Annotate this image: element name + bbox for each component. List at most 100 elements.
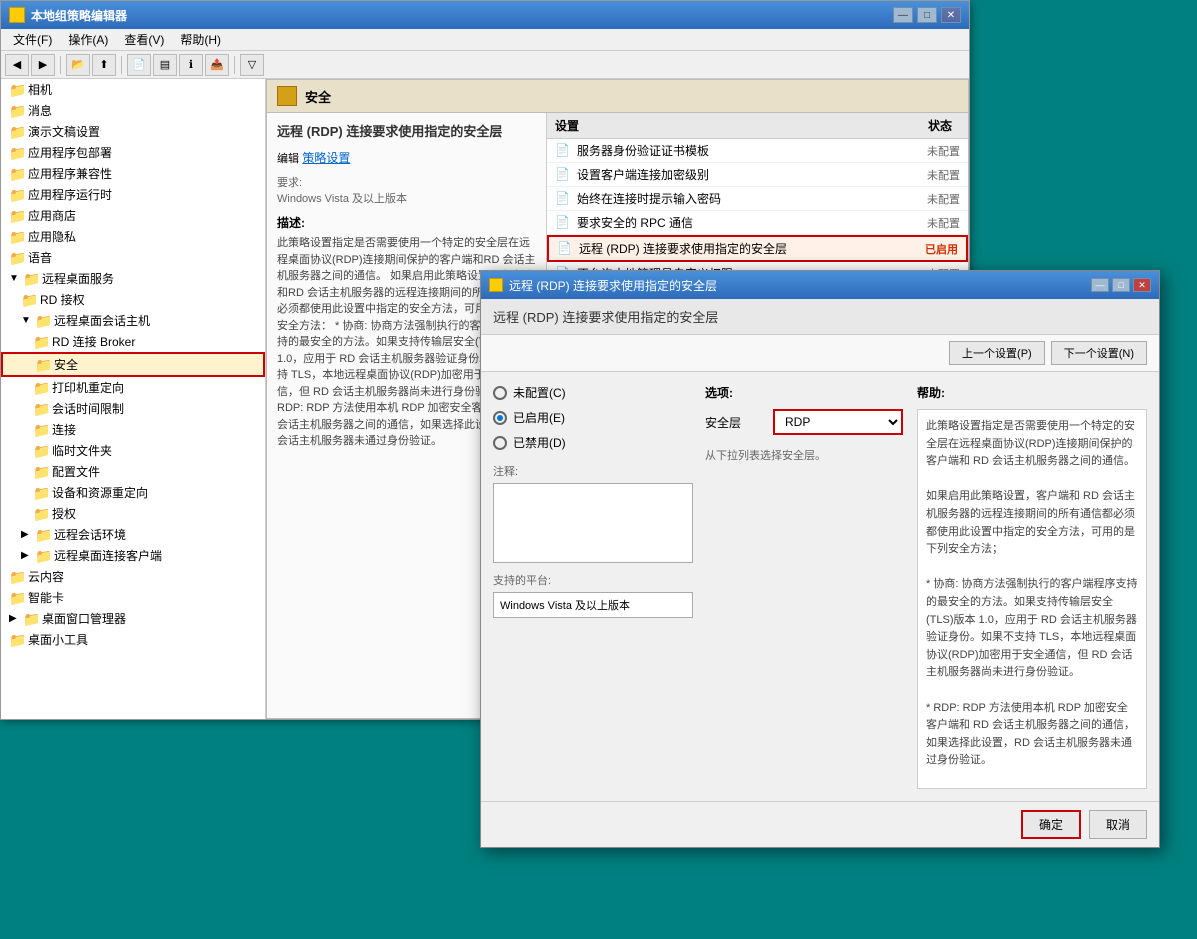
dialog-minimize-btn[interactable]: — (1091, 278, 1109, 292)
tree-item-print[interactable]: 📁 打印机重定向 (1, 377, 265, 398)
properties-button[interactable]: 📄 (127, 54, 151, 76)
folder-icon-cloud: 📁 (9, 569, 25, 585)
col-status-header: 状态 (880, 117, 960, 134)
folder-icon-camera: 📁 (9, 82, 25, 98)
dialog-title-left: 远程 (RDP) 连接要求使用指定的安全层 (489, 277, 717, 294)
policy-icon-security-layer: 📄 (557, 241, 573, 257)
tree-item-app-deploy[interactable]: 📁 应用程序包部署 (1, 142, 265, 163)
main-window-title: 本地组策略编辑器 (31, 7, 127, 24)
tree-item-demo[interactable]: 📁 演示文稿设置 (1, 121, 265, 142)
tree-item-app-privacy[interactable]: 📁 应用隐私 (1, 226, 265, 247)
dialog-title-bar: 远程 (RDP) 连接要求使用指定的安全层 — □ ✕ (481, 271, 1159, 299)
tree-item-remote-desktop[interactable]: ▼ 📁 远程桌面服务 (1, 268, 265, 289)
expand-icon-remote[interactable]: ▼ (9, 273, 21, 285)
menu-view[interactable]: 查看(V) (116, 29, 172, 50)
tree-item-auth[interactable]: 📁 授权 (1, 503, 265, 524)
tree-item-temp[interactable]: 📁 临时文件夹 (1, 440, 265, 461)
folder-icon-desktop-tools: 📁 (9, 632, 25, 648)
tree-item-connect[interactable]: 📁 连接 (1, 419, 265, 440)
policy-row-rpc[interactable]: 📄 要求安全的 RPC 通信 未配置 (547, 211, 968, 235)
policy-row-security-layer[interactable]: 📄 远程 (RDP) 连接要求使用指定的安全层 已启用 (547, 235, 968, 262)
expand-icon-client[interactable]: ▶ (21, 550, 33, 562)
back-button[interactable]: ◀ (5, 54, 29, 76)
tree-item-rd-broker[interactable]: 📁 RD 连接 Broker (1, 331, 265, 352)
tree-item-device[interactable]: 📁 设备和资源重定向 (1, 482, 265, 503)
folder-icon-language: 📁 (9, 250, 25, 266)
toolbar-separator-1 (60, 56, 61, 74)
close-button[interactable]: ✕ (941, 7, 961, 23)
dialog-title-controls: — □ ✕ (1091, 278, 1151, 292)
next-setting-button[interactable]: 下一个设置(N) (1051, 341, 1147, 365)
radio-not-configured[interactable]: 未配置(C) (493, 384, 693, 401)
security-label: 安全层 (705, 414, 765, 431)
radio-enabled[interactable]: 已启用(E) (493, 409, 693, 426)
tree-item-desktop-mgr[interactable]: ▶ 📁 桌面窗口管理器 (1, 608, 265, 629)
folder-icon-app-store: 📁 (9, 208, 25, 224)
tree-item-security[interactable]: 📁 安全 (1, 352, 265, 377)
dialog-maximize-btn[interactable]: □ (1112, 278, 1130, 292)
policy-link[interactable]: 策略设置 (302, 151, 350, 165)
radio-circle-disabled (493, 436, 507, 450)
expand-icon-desktop[interactable]: ▶ (9, 613, 21, 625)
dialog-close-btn[interactable]: ✕ (1133, 278, 1151, 292)
help-label: 帮助: (917, 384, 1147, 401)
tree-item-remote-env[interactable]: ▶ 📁 远程会话环境 (1, 524, 265, 545)
menu-file[interactable]: 文件(F) (5, 29, 60, 50)
policy-row-cert[interactable]: 📄 服务器身份验证证书模板 未配置 (547, 139, 968, 163)
tree-item-session-time[interactable]: 📁 会话时间限制 (1, 398, 265, 419)
export-button[interactable]: 📤 (205, 54, 229, 76)
minimize-button[interactable]: — (893, 7, 913, 23)
expand-icon-env[interactable]: ▶ (21, 529, 33, 541)
options-label: 选项: (705, 384, 905, 401)
title-controls: — □ ✕ (893, 7, 961, 23)
dialog-left-panel: 未配置(C) 已启用(E) 已禁用(D) 注释: 支 (493, 384, 693, 789)
tree-item-cloud[interactable]: 📁 云内容 (1, 566, 265, 587)
help-text-box: 此策略设置指定是否需要使用一个特定的安全层在远程桌面协议(RDP)连接期间保护的… (917, 409, 1147, 789)
policy-icon-cert: 📄 (555, 143, 571, 159)
dialog-subtitle: 远程 (RDP) 连接要求使用指定的安全层 (481, 299, 1159, 335)
folder-icon-config: 📁 (33, 464, 49, 480)
folder-icon-client: 📁 (35, 548, 51, 564)
tree-item-message[interactable]: 📁 消息 (1, 100, 265, 121)
info-button[interactable]: ℹ (179, 54, 203, 76)
radio-disabled[interactable]: 已禁用(D) (493, 434, 693, 451)
dialog-title-text: 远程 (RDP) 连接要求使用指定的安全层 (509, 277, 717, 294)
policy-row-encrypt[interactable]: 📄 设置客户端连接加密级别 未配置 (547, 163, 968, 187)
show-hide-button[interactable]: 📂 (66, 54, 90, 76)
ok-button[interactable]: 确定 (1021, 810, 1081, 839)
cancel-button[interactable]: 取消 (1089, 810, 1147, 839)
tree-item-app-runtime[interactable]: 📁 应用程序运行时 (1, 184, 265, 205)
security-select[interactable]: RDPSSL协商 (773, 409, 903, 435)
policy-row-prompt[interactable]: 📄 始终在连接时提示输入密码 未配置 (547, 187, 968, 211)
view-button[interactable]: ▤ (153, 54, 177, 76)
tree-item-rd-session[interactable]: ▼ 📁 远程桌面会话主机 (1, 310, 265, 331)
tree-item-config[interactable]: 📁 配置文件 (1, 461, 265, 482)
folder-icon-rd-access: 📁 (21, 292, 37, 308)
folder-icon-env: 📁 (35, 527, 51, 543)
maximize-button[interactable]: □ (917, 7, 937, 23)
forward-button[interactable]: ▶ (31, 54, 55, 76)
filter-button[interactable]: ▽ (240, 54, 264, 76)
policy-desc-title: 描述: (277, 214, 536, 231)
folder-icon-session: 📁 (35, 313, 51, 329)
folder-icon-app-compat: 📁 (9, 166, 25, 182)
tree-item-app-store[interactable]: 📁 应用商店 (1, 205, 265, 226)
tree-item-remote-client[interactable]: ▶ 📁 远程桌面连接客户端 (1, 545, 265, 566)
dialog-right-inner: 选项: 安全层 RDPSSL协商 从下拉列表选择安全层。 帮助: 此策略设置指定… (705, 384, 1147, 789)
tree-item-smart-card[interactable]: 📁 智能卡 (1, 587, 265, 608)
policy-header-title: 安全 (305, 87, 331, 106)
tree-item-desktop-tools[interactable]: 📁 桌面小工具 (1, 629, 265, 650)
prev-setting-button[interactable]: 上一个设置(P) (949, 341, 1045, 365)
tree-item-rd-access[interactable]: 📁 RD 接权 (1, 289, 265, 310)
tree-item-app-compat[interactable]: 📁 应用程序兼容性 (1, 163, 265, 184)
up-button[interactable]: ⬆ (92, 54, 116, 76)
comment-textarea[interactable] (493, 483, 693, 563)
menu-help[interactable]: 帮助(H) (172, 29, 229, 50)
tree-item-camera[interactable]: 📁 相机 (1, 79, 265, 100)
policy-title: 远程 (RDP) 连接要求使用指定的安全层 (277, 123, 536, 141)
expand-icon-session[interactable]: ▼ (21, 315, 33, 327)
toolbar-separator-3 (234, 56, 235, 74)
tree-item-language[interactable]: 📁 语音 (1, 247, 265, 268)
menu-action[interactable]: 操作(A) (60, 29, 116, 50)
toolbar-separator-2 (121, 56, 122, 74)
